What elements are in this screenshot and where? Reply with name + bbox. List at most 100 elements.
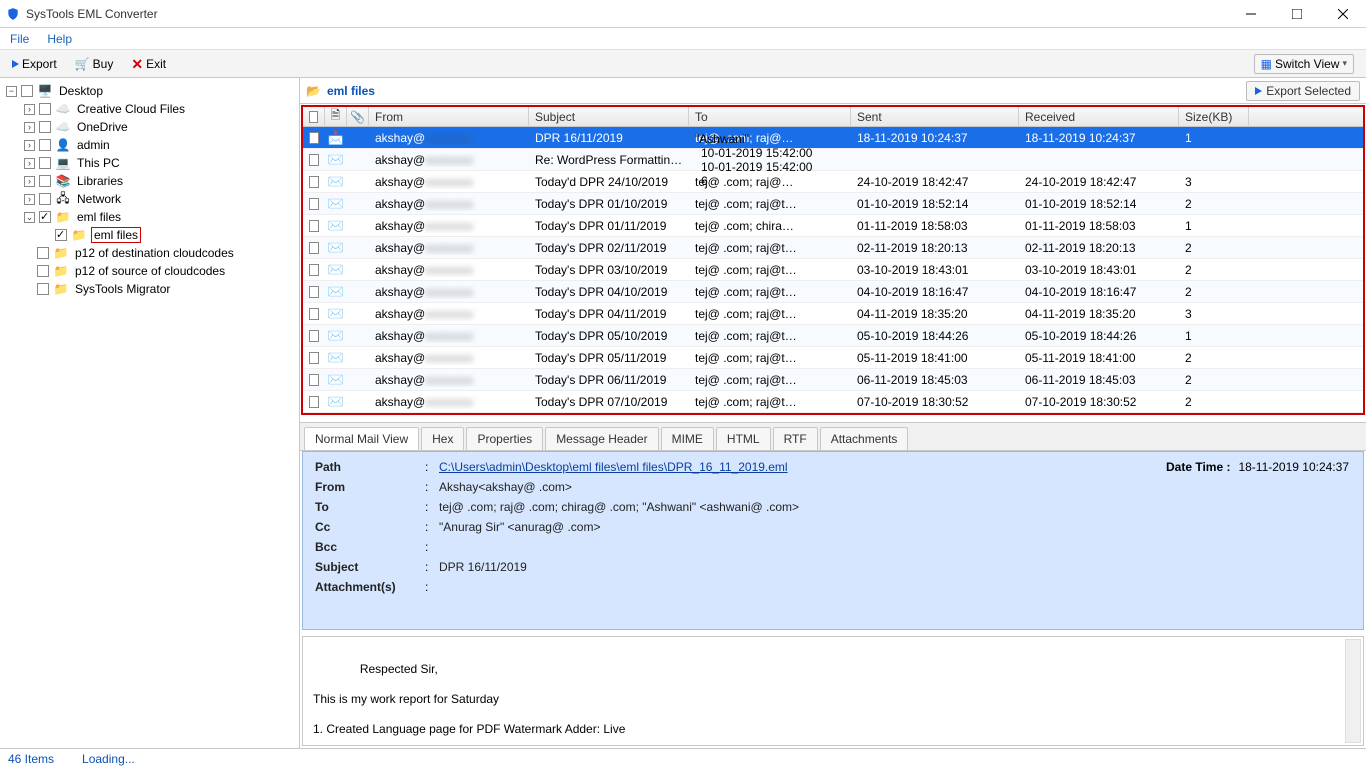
tree-node[interactable]: › ☁️ Creative Cloud Files	[20, 100, 297, 118]
close-button[interactable]	[1320, 0, 1366, 28]
from-label: From	[315, 480, 425, 494]
table-row[interactable]: ✉️ akshay@xxxxxxxx Today's DPR 06/11/201…	[303, 369, 1363, 391]
export-button[interactable]: Export	[6, 55, 63, 73]
tab-rtf[interactable]: RTF	[773, 427, 818, 450]
column-to[interactable]: To	[689, 107, 851, 126]
tab-attachments[interactable]: Attachments	[820, 427, 909, 450]
envelope-icon: ✉️	[328, 174, 344, 190]
row-checkbox[interactable]	[309, 264, 319, 276]
folder-tree[interactable]: − 🖥️ Desktop › ☁️ Creative Cloud Files ›…	[0, 78, 300, 748]
export-selected-button[interactable]: Export Selected	[1246, 81, 1360, 101]
checkbox[interactable]	[55, 229, 67, 241]
collapse-icon[interactable]: ⌄	[24, 212, 35, 223]
row-checkbox[interactable]	[309, 374, 319, 386]
table-row[interactable]: ✉️ akshay@xxxxxxxx Today'd DPR 24/10/201…	[303, 171, 1363, 193]
column-attachment[interactable]: 📎	[347, 107, 369, 126]
table-row[interactable]: ✉️ akshay@xxxxxxxx Today's DPR 04/11/201…	[303, 303, 1363, 325]
row-checkbox[interactable]	[309, 132, 319, 144]
row-checkbox[interactable]	[309, 308, 319, 320]
table-row[interactable]: ✉️ akshay@xxxxxxxx Today's DPR 05/10/201…	[303, 325, 1363, 347]
tree-node[interactable]: 📁 p12 of source of cloudcodes	[20, 262, 297, 280]
checkbox[interactable]	[21, 85, 33, 97]
tree-node[interactable]: › 👤 admin	[20, 136, 297, 154]
table-row[interactable]: ✉️ akshay@xxxxxxxx Today's DPR 03/10/201…	[303, 259, 1363, 281]
lib-icon: 📚	[55, 174, 71, 188]
cell-subject: Today's DPR 07/10/2019	[529, 395, 689, 409]
checkbox[interactable]	[39, 157, 51, 169]
tree-node[interactable]: › 💻 This PC	[20, 154, 297, 172]
status-bar: 46 Items Loading...	[0, 748, 1366, 768]
tree-node[interactable]: › ☁️ OneDrive	[20, 118, 297, 136]
checkbox[interactable]	[39, 193, 51, 205]
table-row[interactable]: ✉️ akshay@xxxxxxxx Today's DPR 05/11/201…	[303, 347, 1363, 369]
scrollbar[interactable]	[1345, 639, 1361, 743]
expand-icon[interactable]: ›	[24, 140, 35, 151]
checkbox[interactable]	[37, 247, 49, 259]
row-checkbox[interactable]	[309, 220, 319, 232]
tree-node[interactable]: › 📚 Libraries	[20, 172, 297, 190]
cell-subject: Today'd DPR 24/10/2019	[529, 175, 689, 189]
table-row[interactable]: ✉️ akshay@xxxxxxxx Today's DPR 02/11/201…	[303, 237, 1363, 259]
minimize-button[interactable]	[1228, 0, 1274, 28]
checkbox[interactable]	[39, 103, 51, 115]
tab-hex[interactable]: Hex	[421, 427, 464, 450]
tab-properties[interactable]: Properties	[466, 427, 543, 450]
tab-html[interactable]: HTML	[716, 427, 771, 450]
tree-node-eml-root[interactable]: ⌄ 📁 eml files	[20, 208, 297, 226]
switch-view-button[interactable]: ▦ Switch View ▾	[1254, 54, 1354, 74]
mail-body[interactable]: Respected Sir, This is my work report fo…	[302, 636, 1364, 746]
menu-help[interactable]: Help	[47, 32, 72, 46]
subject-value: DPR 16/11/2019	[439, 560, 1351, 574]
tree-node[interactable]: 📁 p12 of destination cloudcodes	[20, 244, 297, 262]
tab-mime[interactable]: MIME	[661, 427, 714, 450]
cell-sent: 24-10-2019 18:42:47	[851, 175, 1019, 189]
buy-button[interactable]: 🛒Buy	[69, 55, 120, 73]
row-checkbox[interactable]	[309, 396, 319, 408]
table-row[interactable]: ✉️ akshay@xxxxxxxx Today's DPR 07/10/201…	[303, 391, 1363, 413]
collapse-icon[interactable]: −	[6, 86, 17, 97]
table-row[interactable]: ✉️ akshay@xxxxxxxx Today's DPR 01/10/201…	[303, 193, 1363, 215]
envelope-icon: 📩	[328, 130, 344, 146]
row-checkbox[interactable]	[309, 154, 319, 166]
checkbox[interactable]	[37, 265, 49, 277]
column-sent[interactable]: Sent	[851, 107, 1019, 126]
column-checkbox[interactable]	[303, 107, 325, 126]
tree-node[interactable]: › 🖧 Network	[20, 190, 297, 208]
envelope-icon: ✉️	[328, 350, 344, 366]
table-row[interactable]: ✉️ akshay@xxxxxxxx Re: WordPress Formatt…	[303, 149, 1363, 171]
maximize-button[interactable]	[1274, 0, 1320, 28]
row-checkbox[interactable]	[309, 286, 319, 298]
item-count: 46 Items	[8, 752, 54, 766]
table-row[interactable]: ✉️ akshay@xxxxxxxx Today's DPR 01/11/201…	[303, 215, 1363, 237]
column-subject[interactable]: Subject	[529, 107, 689, 126]
column-received[interactable]: Received	[1019, 107, 1179, 126]
row-checkbox[interactable]	[309, 198, 319, 210]
exit-button[interactable]: ✕Exit	[125, 55, 172, 73]
cell-received: 07-10-2019 18:30:52	[1019, 395, 1179, 409]
tree-node[interactable]: 📁 SysTools Migrator	[20, 280, 297, 298]
expand-icon[interactable]: ›	[24, 176, 35, 187]
checkbox[interactable]	[37, 283, 49, 295]
menu-file[interactable]: File	[10, 32, 29, 46]
column-from[interactable]: From	[369, 107, 529, 126]
tree-node-eml-sel[interactable]: 📁 eml files	[38, 226, 297, 244]
checkbox[interactable]	[39, 139, 51, 151]
checkbox[interactable]	[39, 211, 51, 223]
tab-message-header[interactable]: Message Header	[545, 427, 658, 450]
path-link[interactable]: C:\Users\admin\Desktop\eml files\eml fil…	[439, 460, 788, 474]
row-checkbox[interactable]	[309, 242, 319, 254]
expand-icon[interactable]: ›	[24, 158, 35, 169]
row-checkbox[interactable]	[309, 352, 319, 364]
column-icon[interactable]: 🗎	[325, 107, 347, 126]
tab-normal-mail-view[interactable]: Normal Mail View	[304, 427, 419, 450]
table-row[interactable]: ✉️ akshay@xxxxxxxx Today's DPR 04/10/201…	[303, 281, 1363, 303]
column-size[interactable]: Size(KB)	[1179, 107, 1249, 126]
expand-icon[interactable]: ›	[24, 104, 35, 115]
expand-icon[interactable]: ›	[24, 122, 35, 133]
tree-node-desktop[interactable]: − 🖥️ Desktop	[2, 82, 297, 100]
checkbox[interactable]	[39, 175, 51, 187]
expand-icon[interactable]: ›	[24, 194, 35, 205]
row-checkbox[interactable]	[309, 176, 319, 188]
checkbox[interactable]	[39, 121, 51, 133]
row-checkbox[interactable]	[309, 330, 319, 342]
